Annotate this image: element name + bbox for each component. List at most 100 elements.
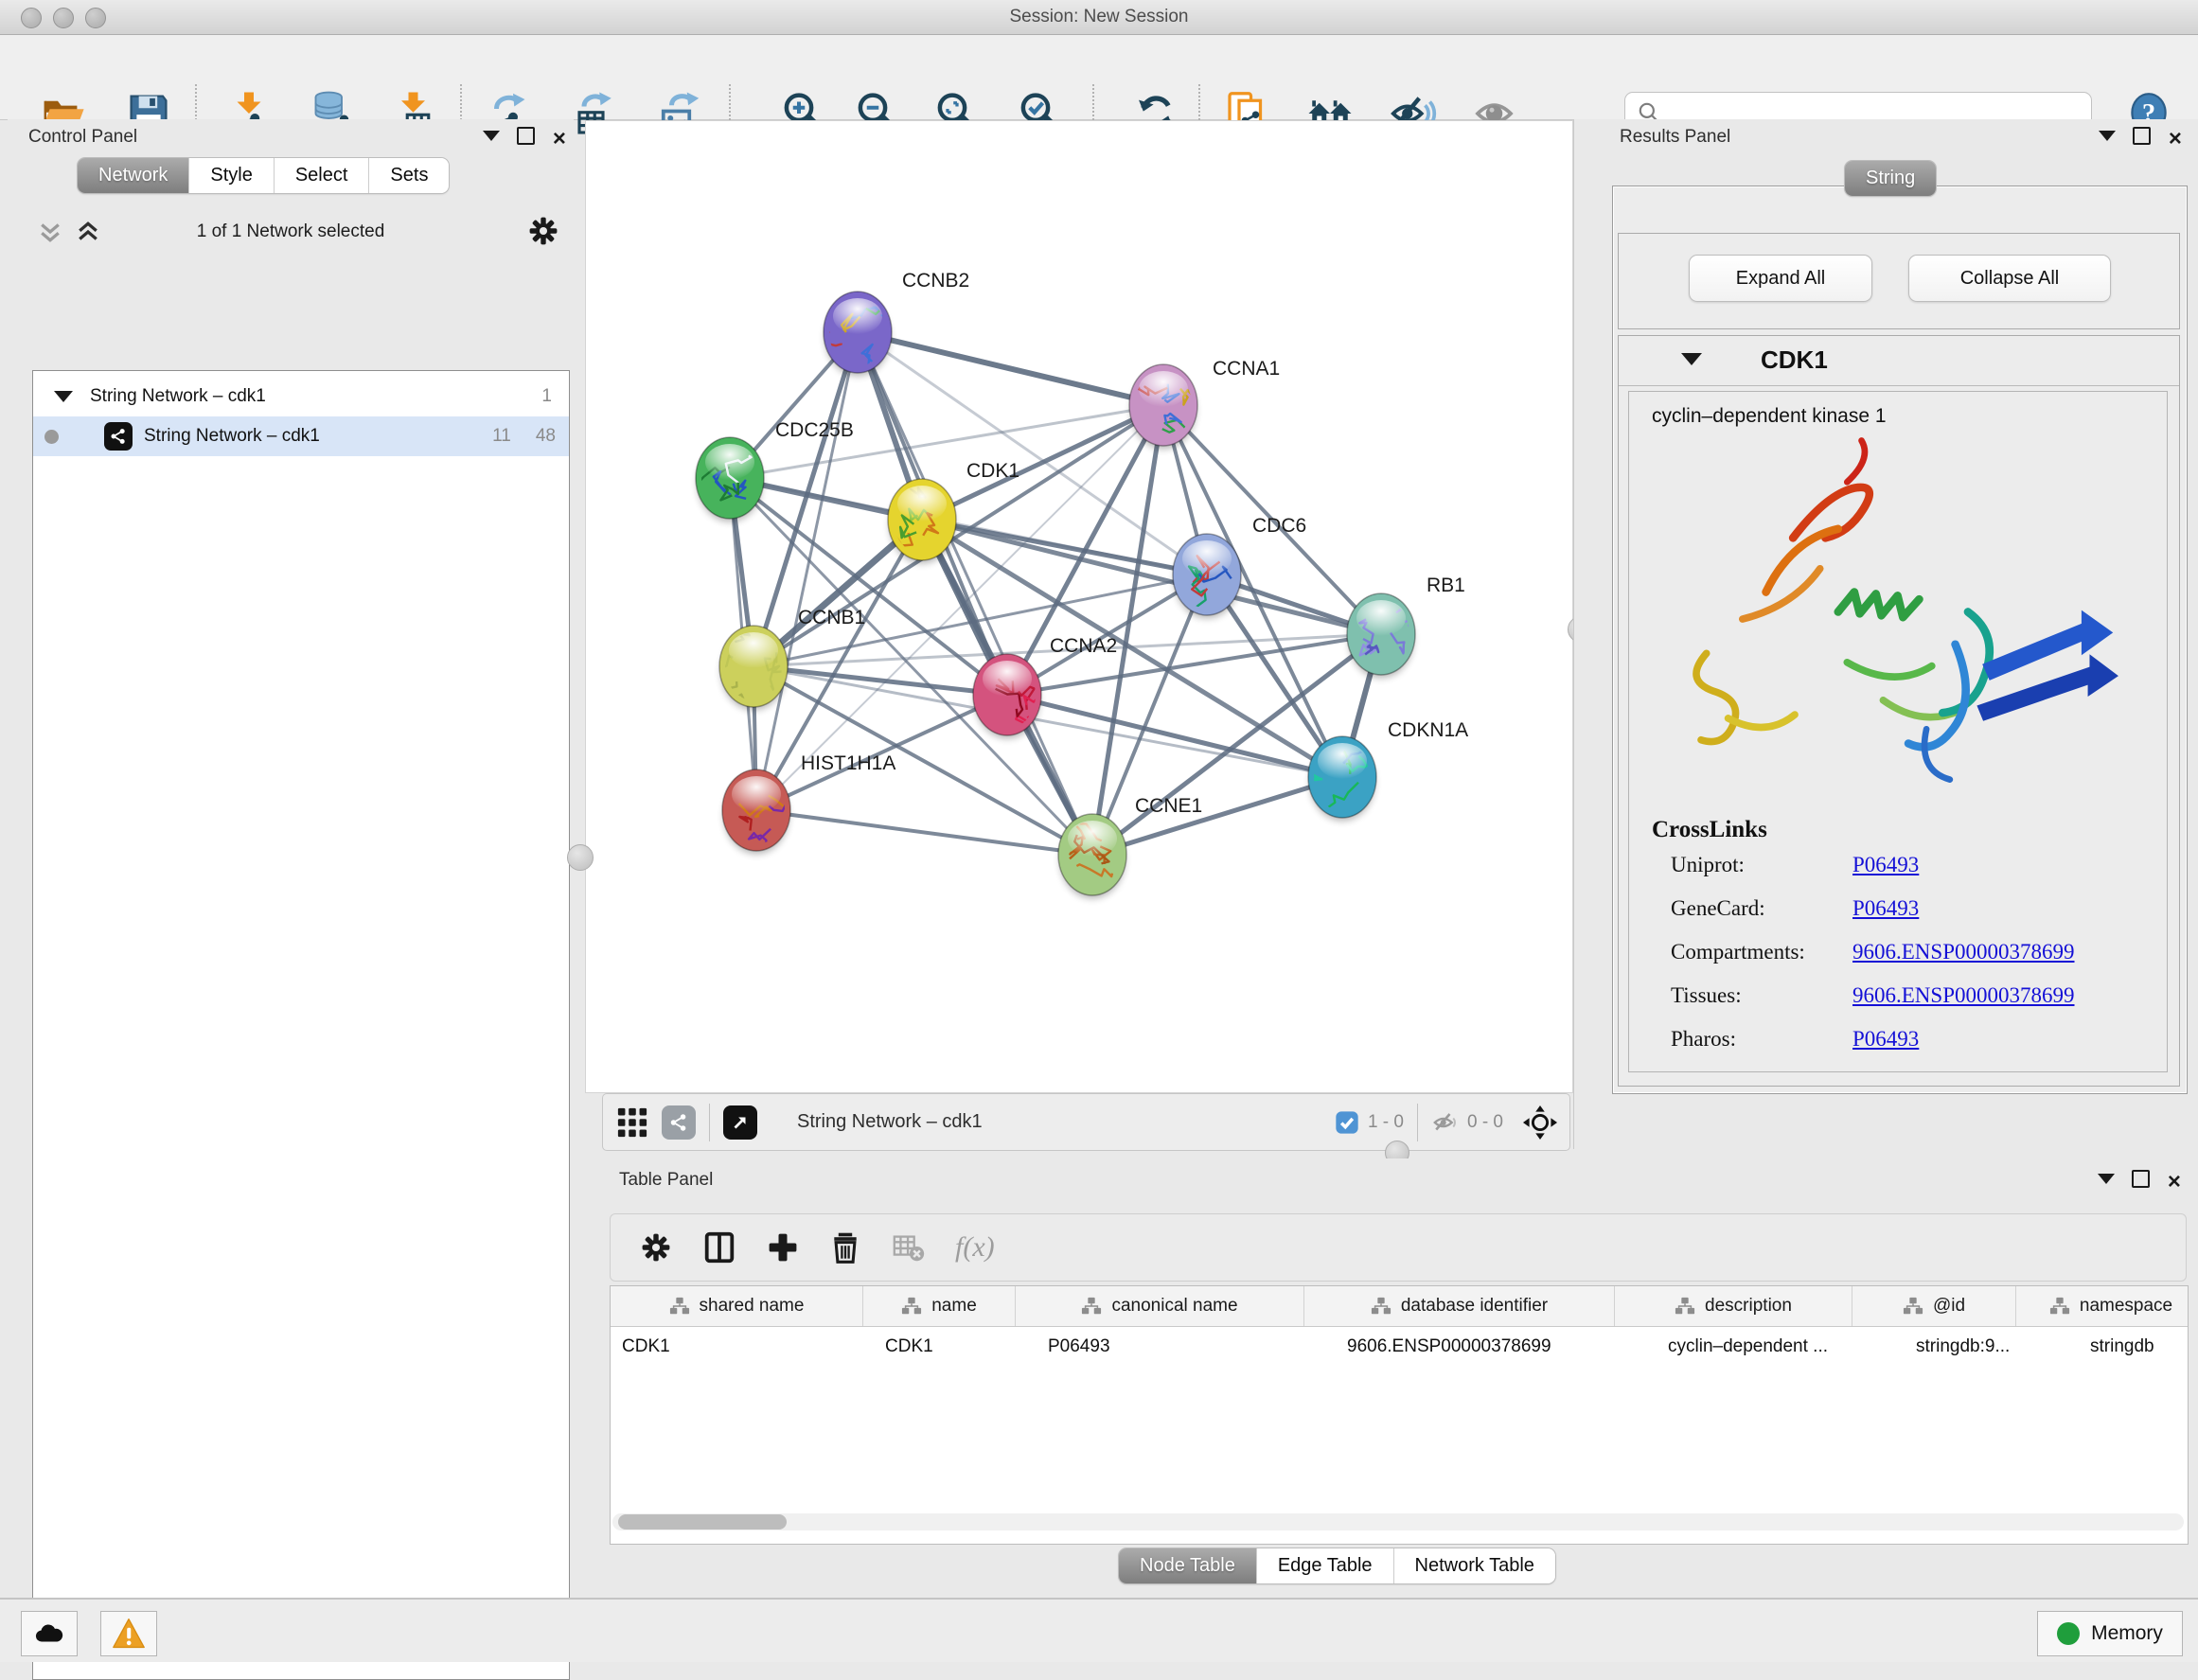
panel-close-icon[interactable]: × — [553, 130, 566, 148]
network-node-CCNA1[interactable]: CCNA1 — [1129, 358, 1280, 449]
panel-close-icon[interactable]: × — [2169, 130, 2182, 148]
column-tree-icon — [669, 1296, 690, 1317]
add-column-button[interactable] — [766, 1230, 800, 1264]
cloud-icon — [33, 1618, 65, 1650]
column-header-name[interactable]: name — [863, 1286, 1016, 1326]
selected-checkbox-icon[interactable] — [1334, 1109, 1360, 1136]
crosslink-link[interactable]: 9606.ENSP00000378699 — [1852, 983, 2075, 1008]
column-tree-icon — [901, 1296, 922, 1317]
expand-all-button[interactable]: Expand All — [1689, 255, 1872, 302]
tab-network[interactable]: Network — [78, 158, 189, 193]
panel-float-icon[interactable] — [517, 127, 535, 147]
birds-eye-view-button[interactable] — [1522, 1105, 1558, 1141]
network-edge-HIST1H1A-CCNE1[interactable] — [756, 810, 1092, 855]
tab-node-table[interactable]: Node Table — [1119, 1548, 1257, 1583]
network-canvas[interactable]: CCNB2CCNA1CDC25BCDK1CDC6RB1CCNB1CCNA2CDK… — [585, 120, 1573, 1093]
expand-collapse-box: Expand All Collapse All — [1618, 233, 2180, 329]
panel-close-icon[interactable]: × — [2168, 1173, 2181, 1191]
network-edge-CDK1-CCNA1[interactable] — [922, 405, 1163, 520]
tab-select[interactable]: Select — [275, 158, 370, 193]
network-node-CCNB2[interactable]: CCNB2 — [819, 270, 970, 376]
window-zoom-traffic-light[interactable] — [85, 8, 106, 28]
cell-canonical-name[interactable]: P06493 — [1037, 1327, 1336, 1367]
crosslink-label: Tissues: — [1671, 983, 1742, 1008]
warning-triangle-icon — [112, 1617, 146, 1651]
column-header-database-identifier[interactable]: database identifier — [1304, 1286, 1615, 1326]
window-close-traffic-light[interactable] — [21, 8, 42, 28]
panel-menu-icon[interactable] — [483, 131, 500, 141]
panel-float-icon[interactable] — [2133, 127, 2151, 147]
grid-view-button[interactable] — [616, 1106, 648, 1139]
scrollbar-thumb[interactable] — [618, 1514, 787, 1530]
column-header-description[interactable]: description — [1615, 1286, 1852, 1326]
show-columns-button[interactable] — [701, 1229, 737, 1265]
protein-card-header[interactable]: CDK1 — [1619, 336, 2179, 386]
network-node-CCNE1[interactable]: CCNE1 — [1058, 795, 1202, 898]
netbar-separator — [709, 1104, 710, 1141]
node-label-CCNA2: CCNA2 — [1050, 635, 1117, 657]
memory-status-dot — [2057, 1622, 2080, 1645]
column-header-namespace[interactable]: namespace — [2016, 1286, 2189, 1326]
cell-name[interactable]: CDK1 — [874, 1327, 1037, 1367]
cell-description[interactable]: cyclin–dependent ... — [1657, 1327, 1905, 1367]
network-row-selected[interactable]: String Network – cdk1 11 48 — [33, 416, 569, 456]
memory-button[interactable]: Memory — [2037, 1611, 2183, 1656]
column-header-canonical-name[interactable]: canonical name — [1016, 1286, 1304, 1326]
cloud-status-button[interactable] — [21, 1611, 78, 1656]
panel-float-icon[interactable] — [2132, 1170, 2150, 1190]
panel-menu-icon[interactable] — [2099, 131, 2116, 141]
window-minimize-traffic-light[interactable] — [53, 8, 74, 28]
node-table: shared namenamecanonical namedatabase id… — [610, 1285, 2189, 1545]
network-name: String Network – cdk1 — [144, 426, 320, 447]
table-horizontal-scrollbar[interactable] — [612, 1513, 2184, 1530]
hidden-eye-icon[interactable] — [1431, 1108, 1460, 1137]
node-count: 11 — [492, 426, 511, 447]
network-edge-CCNB2-HIST1H1A[interactable] — [756, 332, 858, 810]
network-node-HIST1H1A[interactable]: HIST1H1A — [722, 752, 895, 854]
warnings-button[interactable] — [100, 1611, 157, 1656]
network-share-view-button[interactable] — [662, 1105, 696, 1140]
collection-count: 1 — [541, 386, 552, 407]
panel-menu-icon[interactable] — [2098, 1174, 2115, 1184]
network-status-dot — [44, 430, 59, 444]
delete-column-button[interactable] — [828, 1230, 862, 1264]
network-graph[interactable]: CCNB2CCNA1CDC25BCDK1CDC6RB1CCNB1CCNA2CDK… — [586, 121, 1572, 1092]
cell-namespace[interactable]: stringdb — [2079, 1327, 2189, 1367]
cell-shared-name[interactable]: CDK1 — [611, 1327, 874, 1367]
crosslink-link[interactable]: P06493 — [1852, 1027, 1919, 1052]
column-header--id[interactable]: @id — [1852, 1286, 2016, 1326]
network-edge-CCNA1-CDC25B[interactable] — [730, 405, 1163, 478]
network-collection-row[interactable]: String Network – cdk1 1 — [33, 377, 569, 416]
crosslink-label: Compartments: — [1671, 940, 1805, 964]
collection-name: String Network – cdk1 — [90, 386, 266, 407]
crosslink-label: GeneCard: — [1671, 896, 1765, 921]
table-row[interactable]: CDK1CDK1P064939606.ENSP00000378699cyclin… — [611, 1327, 2188, 1367]
network-edge-CDKN1A-CCNE1[interactable] — [1092, 777, 1342, 855]
left-splitter-handle[interactable] — [567, 844, 594, 871]
tab-style[interactable]: Style — [189, 158, 274, 193]
cell-database-identifier[interactable]: 9606.ENSP00000378699 — [1336, 1327, 1657, 1367]
open-in-window-button[interactable] — [723, 1105, 757, 1140]
network-node-RB1[interactable]: RB1 — [1347, 575, 1465, 678]
collapse-all-button[interactable]: Collapse All — [1908, 255, 2111, 302]
crosslink-link[interactable]: P06493 — [1852, 853, 1919, 877]
tab-edge-table[interactable]: Edge Table — [1257, 1548, 1394, 1583]
crosslink-link[interactable]: P06493 — [1852, 896, 1919, 921]
tree-expander-icon[interactable] — [54, 391, 73, 402]
column-header-shared-name[interactable]: shared name — [611, 1286, 863, 1326]
protein-structure-image — [1629, 432, 2152, 810]
collapse-section-icon[interactable] — [1681, 353, 1702, 365]
table-settings-gear-button[interactable] — [639, 1230, 673, 1264]
network-options-gear-button[interactable] — [526, 214, 560, 253]
tab-sets[interactable]: Sets — [369, 158, 449, 193]
network-edge-CCNA2-CDKN1A[interactable] — [1007, 695, 1342, 777]
netbar-separator — [1417, 1104, 1418, 1141]
node-label-CCNB2: CCNB2 — [902, 270, 969, 292]
protein-name: CDK1 — [1761, 345, 1828, 375]
crosslink-link[interactable]: 9606.ENSP00000378699 — [1852, 940, 2075, 964]
cell--id[interactable]: stringdb:9... — [1905, 1327, 2079, 1367]
tab-string[interactable]: String — [1845, 161, 1936, 196]
network-edge-CCNB2-CCNA1[interactable] — [858, 332, 1163, 405]
node-label-RB1: RB1 — [1427, 575, 1465, 596]
tab-network-table[interactable]: Network Table — [1394, 1548, 1555, 1583]
